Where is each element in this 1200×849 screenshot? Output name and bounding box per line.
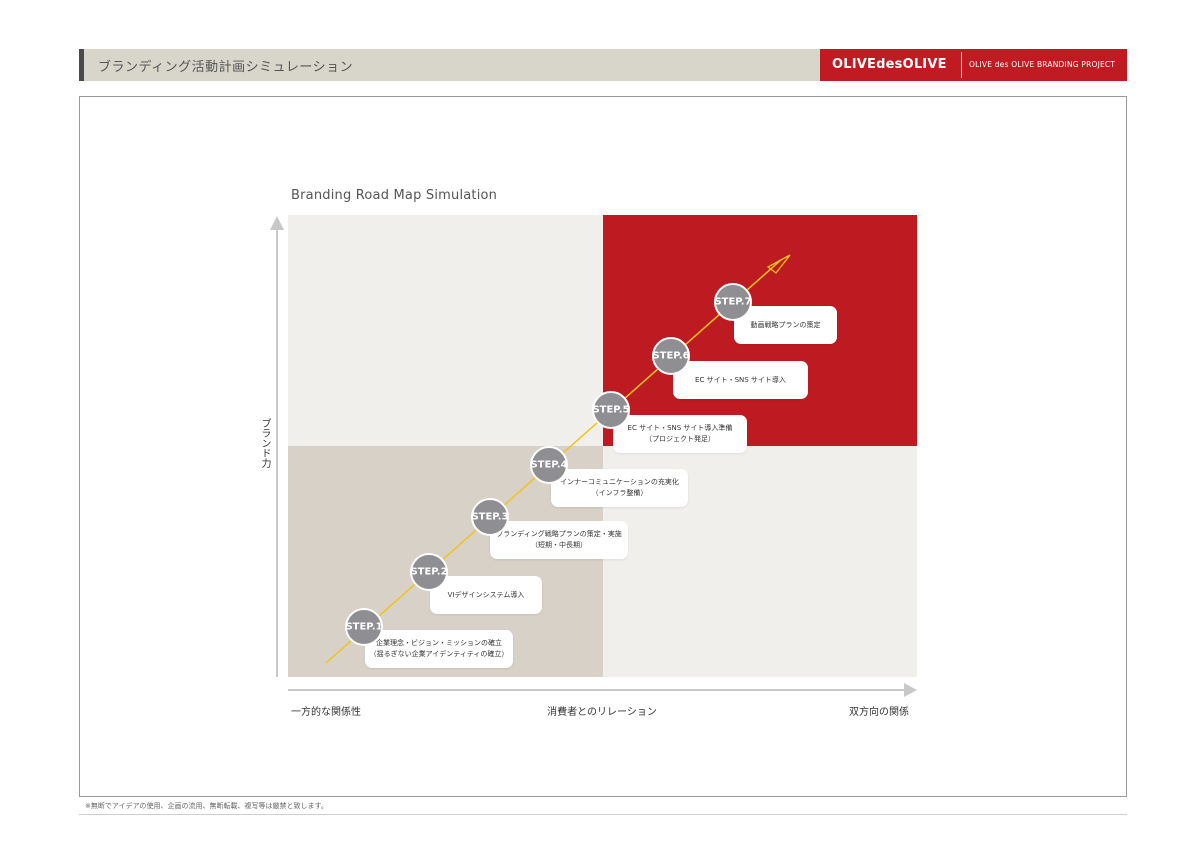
step-6-box: EC サイト・SNS サイト導入 xyxy=(673,361,808,399)
step-1-line-1: 企業理念・ビジョン・ミッションの確立 xyxy=(376,639,502,647)
step-5-label: STEP.5 xyxy=(592,404,630,416)
step-5-box: EC サイト・SNS サイト導入準備 （プロジェクト発足） xyxy=(613,415,747,453)
step-5-line-2: （プロジェクト発足） xyxy=(645,435,715,443)
step-7-box: 動画戦略プランの策定 xyxy=(734,306,837,344)
step-4-label: STEP.4 xyxy=(530,459,568,471)
step-4-circle: STEP.4 xyxy=(530,446,568,484)
step-3-line-1: ブランディング戦略プランの策定・実施 xyxy=(496,530,622,538)
step-4-line-2: （インフラ整備） xyxy=(591,489,648,497)
step-6-circle: STEP.6 xyxy=(652,337,690,375)
step-6-label: STEP.6 xyxy=(652,350,690,362)
x-axis-arrow-icon xyxy=(904,683,917,697)
step-1-box: 企業理念・ビジョン・ミッションの確立 （揺るぎない企業アイデンティティの確立） xyxy=(365,630,513,668)
y-axis-arrow-icon xyxy=(270,216,284,230)
x-axis-label: 消費者とのリレーション xyxy=(547,707,657,718)
footer-note: ※無断でアイデアの使用、企画の流用、無断転載、複写等は厳禁と致します。 xyxy=(85,802,328,810)
x-axis-right-label: 双方向の関係 xyxy=(849,707,909,718)
step-7-line-1: 動画戦略プランの策定 xyxy=(750,320,821,329)
step-3-line-2: （短期・中長期） xyxy=(531,541,587,549)
step-2-label: STEP.2 xyxy=(410,566,448,578)
step-4-line-1: インナーコミュニケーションの充実化 xyxy=(560,478,679,486)
step-2-line-1: VIデザインシステム導入 xyxy=(447,590,525,599)
step-3-label: STEP.3 xyxy=(471,511,509,523)
step-1-line-2: （揺るぎない企業アイデンティティの確立） xyxy=(369,650,509,658)
step-4-box: インナーコミュニケーションの充実化 （インフラ整備） xyxy=(551,469,688,507)
step-2-box: VIデザインシステム導入 xyxy=(430,576,542,614)
step-3-box: ブランディング戦略プランの策定・実施 （短期・中長期） xyxy=(490,521,628,559)
step-3-circle: STEP.3 xyxy=(471,498,509,536)
step-1-circle: STEP.1 xyxy=(345,608,383,646)
step-5-circle: STEP.5 xyxy=(592,391,630,429)
step-7-circle: STEP.7 xyxy=(714,283,752,321)
step-1-label: STEP.1 xyxy=(345,621,383,633)
step-6-line-1: EC サイト・SNS サイト導入 xyxy=(695,375,786,384)
step-5-line-1: EC サイト・SNS サイト導入準備 xyxy=(627,424,733,432)
step-7-label: STEP.7 xyxy=(714,296,752,308)
y-axis-label: ブランド力 xyxy=(259,418,270,468)
footer-divider xyxy=(79,814,1127,815)
step-2-circle: STEP.2 xyxy=(410,553,448,591)
x-axis-left-label: 一方的な関係性 xyxy=(291,707,361,718)
roadmap-arrow-icon xyxy=(766,254,791,274)
